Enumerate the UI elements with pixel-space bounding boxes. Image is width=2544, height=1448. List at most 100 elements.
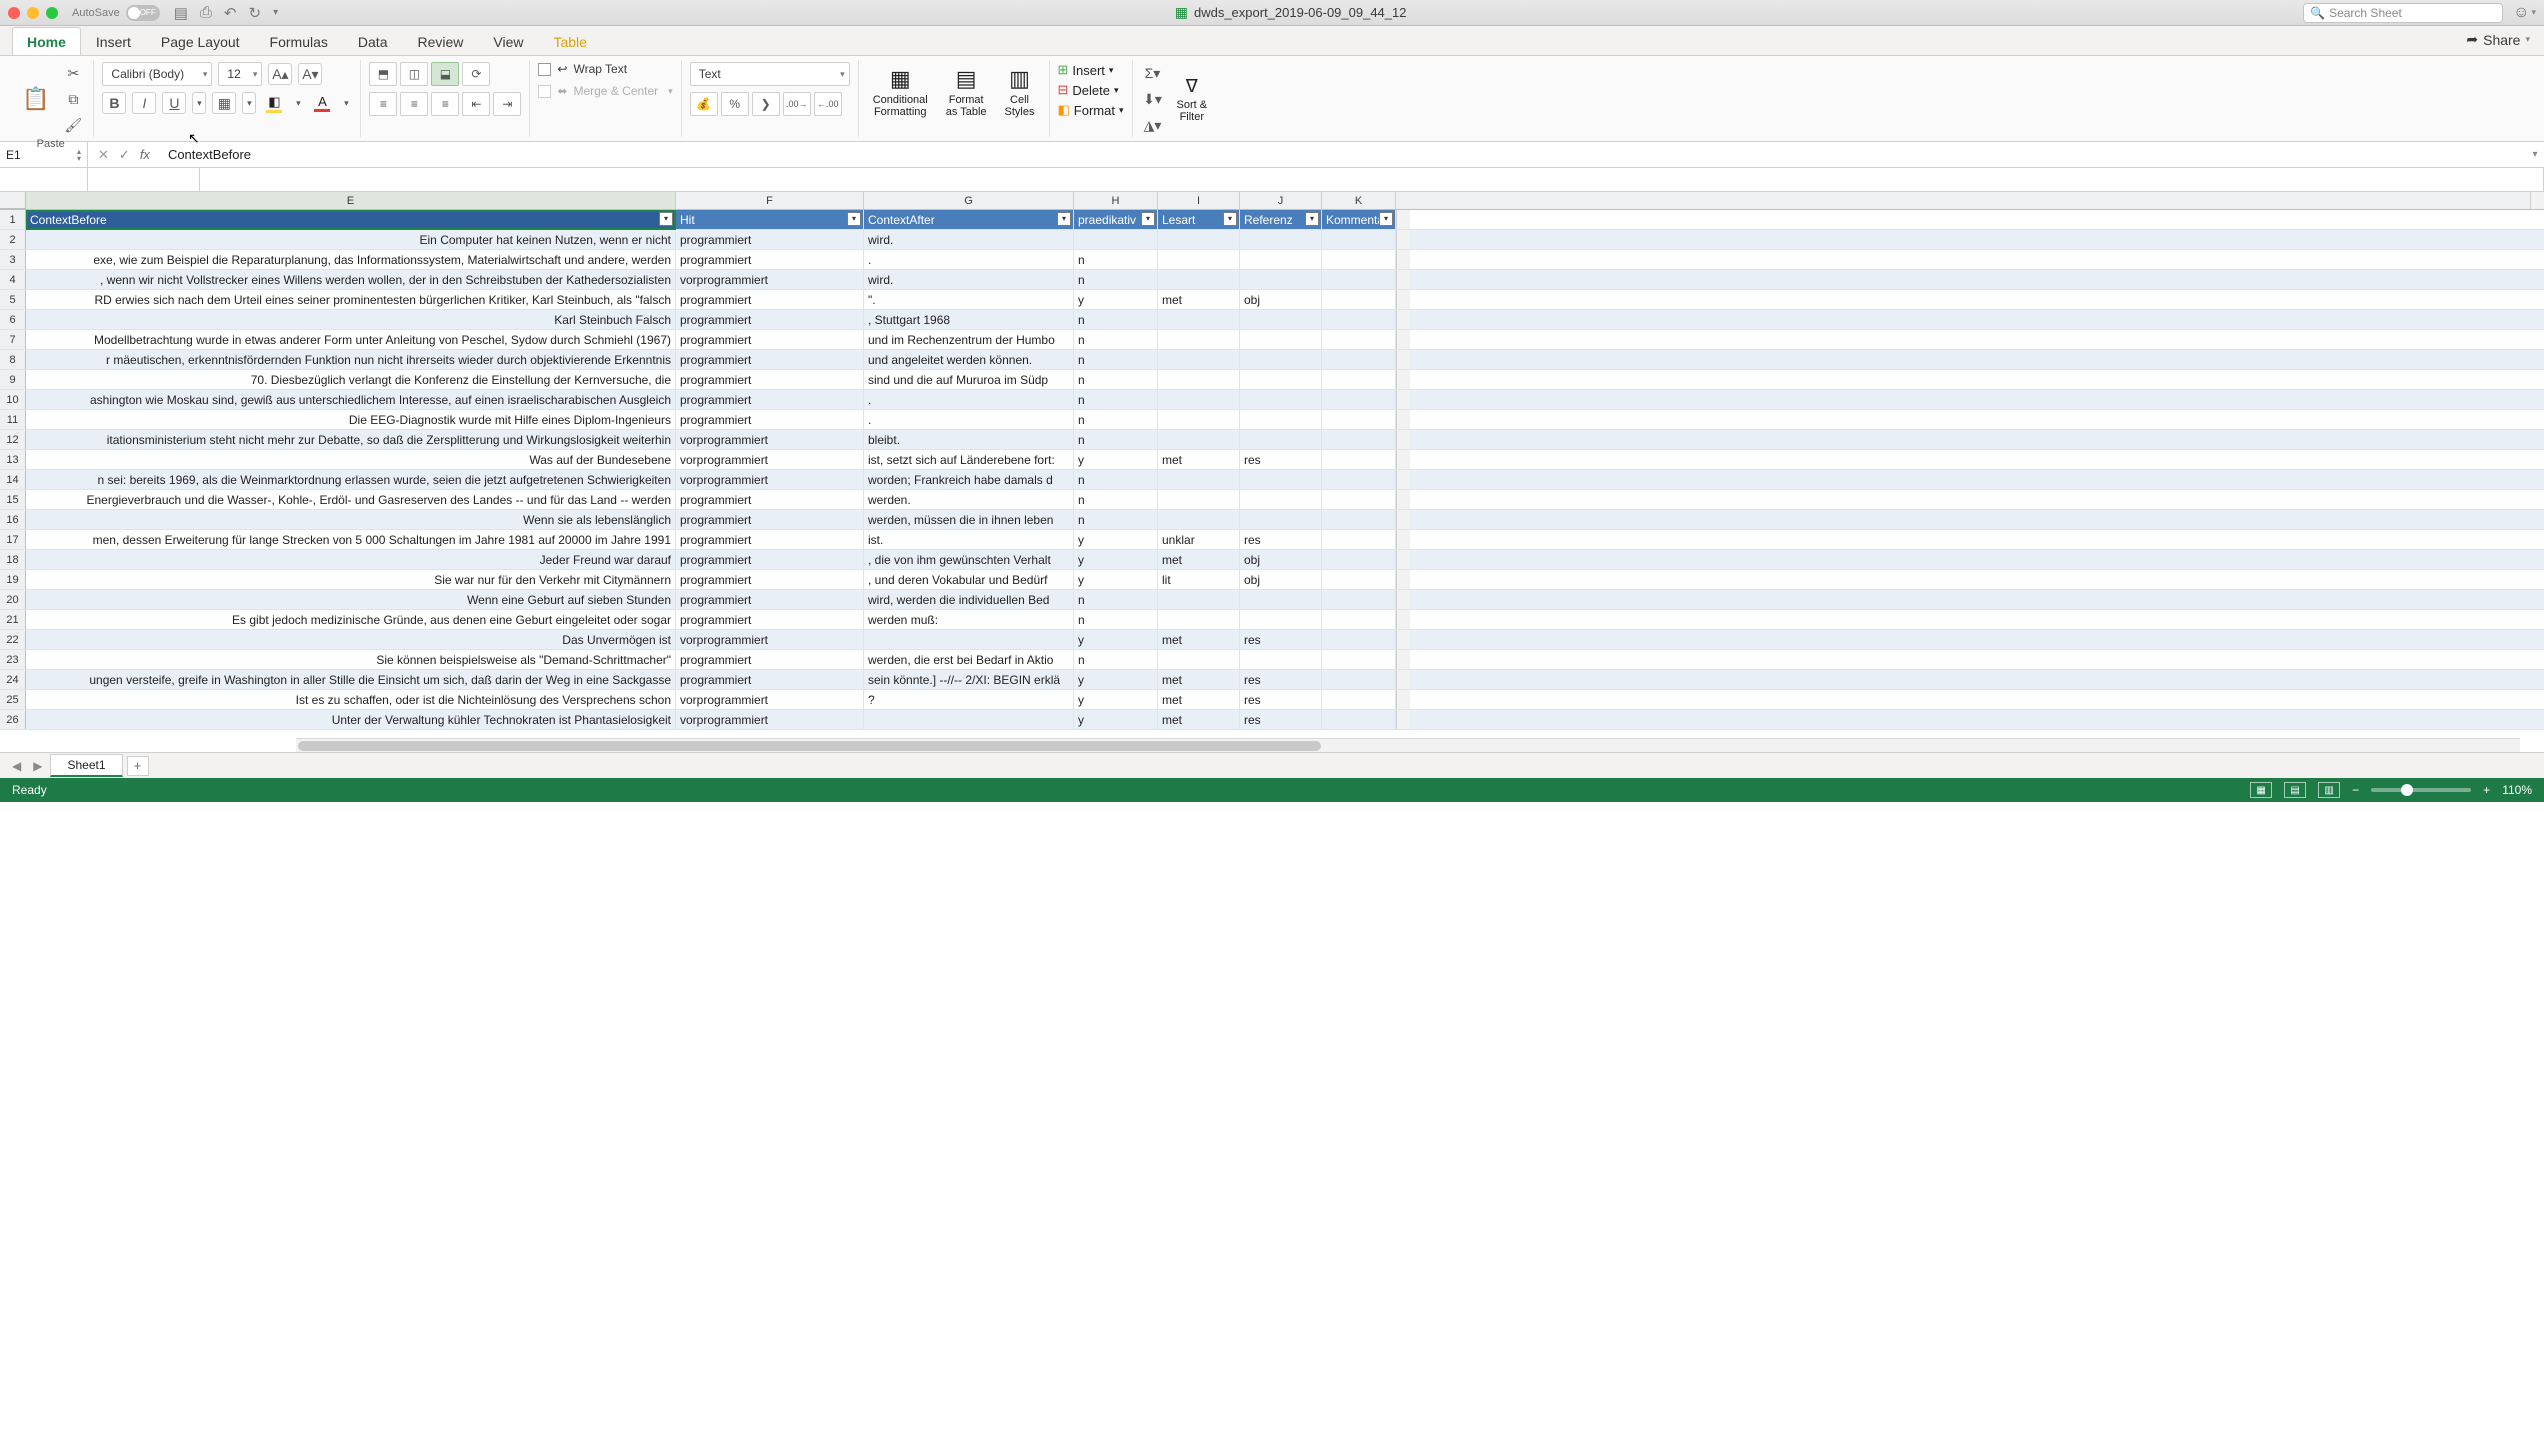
table-cell[interactable]: . — [864, 410, 1074, 429]
table-cell[interactable]: met — [1158, 450, 1240, 469]
table-cell[interactable]: y — [1074, 550, 1158, 569]
align-middle-button[interactable]: ◫ — [400, 62, 428, 86]
name-box[interactable]: E1 ▴▾ — [0, 142, 88, 167]
table-cell[interactable]: y — [1074, 710, 1158, 729]
autosave-switch[interactable]: OFF — [126, 5, 160, 21]
font-color-dropdown-icon[interactable]: ▾ — [340, 92, 352, 114]
format-cells-button[interactable]: ◧Format▾ — [1058, 102, 1124, 118]
table-cell[interactable]: met — [1158, 630, 1240, 649]
table-cell[interactable]: und im Rechenzentrum der Humbo — [864, 330, 1074, 349]
table-cell[interactable]: worden; Frankreich habe damals d — [864, 470, 1074, 489]
table-cell[interactable] — [1158, 650, 1240, 669]
row-header[interactable]: 19 — [0, 570, 26, 589]
table-cell[interactable]: n — [1074, 410, 1158, 429]
table-cell[interactable]: Unter der Verwaltung kühler Technokraten… — [26, 710, 676, 729]
table-cell[interactable] — [1240, 270, 1322, 289]
table-cell[interactable] — [1322, 490, 1396, 509]
table-cell[interactable]: wird, werden die individuellen Bed — [864, 590, 1074, 609]
column-header-J[interactable]: J — [1240, 192, 1322, 209]
row-header[interactable]: 9 — [0, 370, 26, 389]
table-cell[interactable] — [1158, 490, 1240, 509]
table-cell[interactable]: met — [1158, 710, 1240, 729]
redo-icon[interactable]: ↻ — [248, 4, 261, 22]
table-cell[interactable]: n sei: bereits 1969, als die Weinmarktor… — [26, 470, 676, 489]
table-cell[interactable]: res — [1240, 690, 1322, 709]
sheet-tab-sheet1[interactable]: Sheet1 — [50, 754, 122, 777]
insert-cells-button[interactable]: ⊞Insert▾ — [1058, 62, 1124, 78]
row-header[interactable]: 22 — [0, 630, 26, 649]
table-cell[interactable] — [1322, 390, 1396, 409]
table-cell[interactable]: werden, müssen die in ihnen leben — [864, 510, 1074, 529]
table-cell[interactable] — [1240, 230, 1322, 249]
table-cell[interactable]: ungen versteife, greife in Washington in… — [26, 670, 676, 689]
currency-button[interactable]: 💰 — [690, 92, 718, 116]
table-cell[interactable]: y — [1074, 450, 1158, 469]
align-right-button[interactable]: ≡ — [431, 92, 459, 116]
table-cell[interactable]: programmiert — [676, 310, 864, 329]
table-cell[interactable] — [1322, 630, 1396, 649]
table-cell[interactable]: Jeder Freund war darauf — [26, 550, 676, 569]
table-cell[interactable] — [1322, 650, 1396, 669]
horizontal-scrollbar[interactable] — [296, 738, 2520, 752]
table-cell[interactable]: res — [1240, 530, 1322, 549]
paste-button[interactable]: 📋 — [16, 82, 55, 116]
autosave-toggle[interactable]: AutoSave OFF — [72, 5, 160, 21]
table-cell[interactable]: Karl Steinbuch Falsch — [26, 310, 676, 329]
fill-color-button[interactable]: ◧ — [262, 92, 286, 114]
table-cell[interactable]: n — [1074, 490, 1158, 509]
table-cell[interactable] — [1158, 370, 1240, 389]
sort-filter-button[interactable]: ᐁSort & Filter — [1171, 72, 1214, 127]
table-cell[interactable]: werden muß: — [864, 610, 1074, 629]
zoom-window-icon[interactable] — [46, 7, 58, 19]
table-cell[interactable] — [1240, 610, 1322, 629]
table-cell[interactable]: met — [1158, 290, 1240, 309]
table-cell[interactable] — [864, 710, 1074, 729]
row-header[interactable]: 6 — [0, 310, 26, 329]
table-cell[interactable]: 70. Diesbezüglich verlangt die Konferenz… — [26, 370, 676, 389]
table-cell[interactable]: y — [1074, 630, 1158, 649]
table-cell[interactable]: n — [1074, 650, 1158, 669]
fill-button[interactable]: ⬇▾ — [1141, 88, 1165, 110]
table-cell[interactable] — [1158, 390, 1240, 409]
row-header[interactable]: 15 — [0, 490, 26, 509]
tab-formulas[interactable]: Formulas — [255, 27, 343, 55]
table-cell[interactable]: programmiert — [676, 670, 864, 689]
increase-font-icon[interactable]: A▴ — [268, 63, 292, 85]
font-name-select[interactable]: Calibri (Body) — [102, 62, 212, 86]
table-cell[interactable] — [1158, 510, 1240, 529]
table-cell[interactable] — [1240, 650, 1322, 669]
row-header[interactable]: 18 — [0, 550, 26, 569]
table-cell[interactable]: programmiert — [676, 290, 864, 309]
table-cell[interactable] — [1240, 390, 1322, 409]
table-cell[interactable] — [1158, 590, 1240, 609]
table-cell[interactable]: n — [1074, 310, 1158, 329]
close-window-icon[interactable] — [8, 7, 20, 19]
table-cell[interactable] — [1322, 430, 1396, 449]
table-cell[interactable]: sind und die auf Mururoa im Südp — [864, 370, 1074, 389]
table-cell[interactable]: met — [1158, 550, 1240, 569]
table-cell[interactable]: , Stuttgart 1968 — [864, 310, 1074, 329]
column-header-H[interactable]: H — [1074, 192, 1158, 209]
table-cell[interactable]: Ist es zu schaffen, oder ist die Nichtei… — [26, 690, 676, 709]
row-header[interactable]: 20 — [0, 590, 26, 609]
bold-button[interactable]: B — [102, 92, 126, 114]
row-header[interactable]: 26 — [0, 710, 26, 729]
sheet-nav-next-icon[interactable]: ▶ — [29, 759, 46, 773]
table-cell[interactable] — [1322, 270, 1396, 289]
table-cell[interactable] — [1322, 470, 1396, 489]
table-cell[interactable]: ist, setzt sich auf Länderebene fort: — [864, 450, 1074, 469]
tab-insert[interactable]: Insert — [81, 27, 146, 55]
table-cell[interactable] — [1158, 270, 1240, 289]
cell-styles-button[interactable]: ▥Cell Styles — [999, 62, 1041, 122]
table-cell[interactable]: n — [1074, 610, 1158, 629]
table-cell[interactable]: wird. — [864, 230, 1074, 249]
tab-view[interactable]: View — [478, 27, 538, 55]
borders-button[interactable]: ▦ — [212, 92, 236, 114]
table-cell[interactable]: res — [1240, 450, 1322, 469]
table-cell[interactable] — [1322, 710, 1396, 729]
table-cell[interactable] — [1240, 410, 1322, 429]
row-header[interactable]: 7 — [0, 330, 26, 349]
table-cell[interactable]: res — [1240, 710, 1322, 729]
table-cell[interactable]: werden, die erst bei Bedarf in Aktio — [864, 650, 1074, 669]
table-cell[interactable]: met — [1158, 690, 1240, 709]
